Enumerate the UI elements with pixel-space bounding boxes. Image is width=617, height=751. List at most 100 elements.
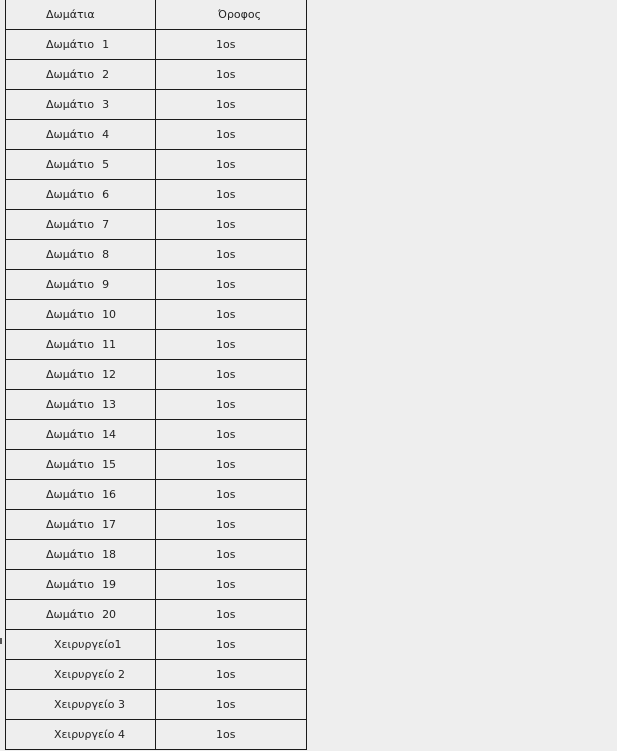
room-number: 1 — [102, 38, 110, 51]
table-row[interactable]: Χειρυργείο 3 1os — [6, 690, 306, 720]
room-name: Δωμάτιο — [46, 428, 95, 441]
floor-cell: 1os — [216, 578, 236, 591]
floor-cell: 1os — [216, 248, 236, 261]
room-number: 13 — [102, 398, 117, 411]
floor-cell: 1os — [216, 218, 236, 231]
room-name: Χειρυργείο 2 — [54, 668, 125, 681]
room-name-cell: Χειρυργείο 2 — [6, 660, 156, 689]
room-name-cell: Δωμάτιο 17 — [6, 510, 156, 539]
room-name: Χειρυργείο 3 — [54, 698, 125, 711]
floor-cell: 1os — [216, 368, 236, 381]
table-row[interactable]: Δωμάτιο 17 1os — [6, 510, 306, 540]
table-row[interactable]: Δωμάτιο 16 1os — [6, 480, 306, 510]
room-name-cell: Δωμάτιο 9 — [6, 270, 156, 299]
table-row[interactable]: Δωμάτιο 11 1os — [6, 330, 306, 360]
room-name: Δωμάτιο — [46, 278, 95, 291]
table-row[interactable]: Δωμάτιο 2 1os — [6, 60, 306, 90]
page: Δωμάτια Όροφος Δωμάτιο 1 1os Δωμάτιο 2 1os Δωμ… — [0, 0, 617, 751]
floor-cell: 1os — [216, 668, 236, 681]
table-row[interactable]: Δωμάτιο 4 1os — [6, 120, 306, 150]
floor-cell: 1os — [216, 608, 236, 621]
room-name-cell: Δωμάτιο 15 — [6, 450, 156, 479]
table-row[interactable]: Δωμάτιο 8 1os — [6, 240, 306, 270]
header-room: Δωμάτια — [6, 0, 156, 29]
room-name-cell: Δωμάτιο 6 — [6, 180, 156, 209]
floor-cell: 1os — [216, 488, 236, 501]
room-number: 12 — [102, 368, 117, 381]
room-name-cell: Δωμάτιο 19 — [6, 570, 156, 599]
room-name: Δωμάτιο — [46, 308, 95, 321]
room-name-cell: Δωμάτιο 8 — [6, 240, 156, 269]
room-number: 17 — [102, 518, 117, 531]
room-name-cell: Δωμάτιο 13 — [6, 390, 156, 419]
room-name-cell: Δωμάτιο 5 — [6, 150, 156, 179]
room-name: Δωμάτιο — [46, 578, 95, 591]
table-row[interactable]: Δωμάτιο 7 1os — [6, 210, 306, 240]
room-name: Δωμάτιο — [46, 68, 95, 81]
table-body: Δωμάτιο 1 1os Δωμάτιο 2 1os Δωμάτιο 3 1os Δωμάτιο… — [6, 30, 306, 750]
room-name-cell: Χειρυργείο 3 — [6, 690, 156, 719]
room-name: Δωμάτιο — [46, 248, 95, 261]
table-row[interactable]: Δωμάτιο 15 1os — [6, 450, 306, 480]
room-number: 8 — [102, 248, 110, 261]
room-name-cell: Χειρυργείο1 — [6, 630, 156, 659]
floor-cell: 1os — [216, 278, 236, 291]
room-name: Δωμάτιο — [46, 398, 95, 411]
room-name-cell: Δωμάτιο 7 — [6, 210, 156, 239]
room-name: Δωμάτιο — [46, 368, 95, 381]
floor-cell: 1os — [216, 458, 236, 471]
floor-cell: 1os — [216, 338, 236, 351]
room-number: 3 — [102, 98, 110, 111]
table-row[interactable]: Δωμάτιο 19 1os — [6, 570, 306, 600]
room-name-cell: Δωμάτιο 14 — [6, 420, 156, 449]
header-floor: Όροφος — [218, 8, 262, 21]
table-row[interactable]: Δωμάτιο 12 1os — [6, 360, 306, 390]
table-row[interactable]: Δωμάτιο 20 1os — [6, 600, 306, 630]
table-row[interactable]: Χειρυργείο1 1os — [6, 630, 306, 660]
floor-cell: 1os — [216, 398, 236, 411]
room-number: 20 — [102, 608, 117, 621]
room-name: Δωμάτιο — [46, 518, 95, 531]
room-name-cell: Δωμάτιο 11 — [6, 330, 156, 359]
room-name: Δωμάτιο — [46, 188, 95, 201]
table-row[interactable]: Δωμάτιο 18 1os — [6, 540, 306, 570]
room-name-cell: Χειρυργείο 4 — [6, 720, 156, 749]
room-name-cell: Δωμάτιο 12 — [6, 360, 156, 389]
room-number: 7 — [102, 218, 110, 231]
table-row[interactable]: Δωμάτιο 9 1os — [6, 270, 306, 300]
room-name: Δωμάτιο — [46, 128, 95, 141]
rooms-table: Δωμάτια Όροφος Δωμάτιο 1 1os Δωμάτιο 2 1os Δωμ… — [5, 0, 307, 750]
room-name-cell: Δωμάτιο 2 — [6, 60, 156, 89]
floor-cell: 1os — [216, 428, 236, 441]
room-name-cell: Δωμάτιο 3 — [6, 90, 156, 119]
table-row[interactable]: Δωμάτιο 3 1os — [6, 90, 306, 120]
table-row[interactable]: Δωμάτιο 6 1os — [6, 180, 306, 210]
room-name: Δωμάτιο — [46, 38, 95, 51]
room-number: 11 — [102, 338, 117, 351]
room-number: 4 — [102, 128, 110, 141]
room-number: 2 — [102, 68, 110, 81]
room-name-cell: Δωμάτιο 16 — [6, 480, 156, 509]
table-row[interactable]: Χειρυργείο 2 1os — [6, 660, 306, 690]
table-row[interactable]: Δωμάτιο 10 1os — [6, 300, 306, 330]
room-name: Δωμάτιο — [46, 548, 95, 561]
table-row[interactable]: Δωμάτιο 13 1os — [6, 390, 306, 420]
room-name: Δωμάτιο — [46, 158, 95, 171]
floor-cell: 1os — [216, 158, 236, 171]
room-name-cell: Δωμάτιο 1 — [6, 30, 156, 59]
room-number: 6 — [102, 188, 110, 201]
floor-cell: 1os — [216, 38, 236, 51]
table-row[interactable]: Δωμάτιο 14 1os — [6, 420, 306, 450]
edge-tick-mark — [0, 638, 2, 644]
floor-cell: 1os — [216, 638, 236, 651]
room-number: 9 — [102, 278, 110, 291]
room-number: 14 — [102, 428, 117, 441]
room-number: 18 — [102, 548, 117, 561]
floor-cell: 1os — [216, 68, 236, 81]
table-row[interactable]: Δωμάτιο 1 1os — [6, 30, 306, 60]
table-row[interactable]: Χειρυργείο 4 1os — [6, 720, 306, 750]
room-name: Δωμάτιο — [46, 608, 95, 621]
table-row[interactable]: Δωμάτιο 5 1os — [6, 150, 306, 180]
floor-cell: 1os — [216, 308, 236, 321]
room-name-cell: Δωμάτιο 20 — [6, 600, 156, 629]
